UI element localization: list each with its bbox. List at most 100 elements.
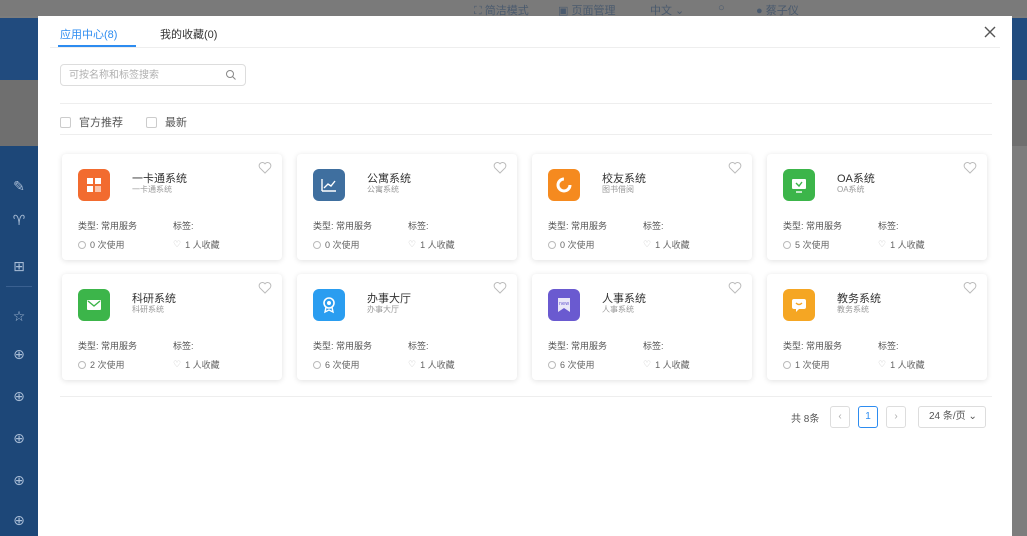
app-subtitle: 科研系统	[132, 305, 164, 314]
plus-circle-icon[interactable]: ⊕	[11, 512, 27, 528]
favorite-count: ♡ 1 人收藏	[878, 358, 925, 371]
app-card[interactable]: new 人事系统 人事系统 类型: 常用服务 标签: 6 次使用 ♡ 1 人收藏	[532, 274, 752, 380]
plus-circle-icon[interactable]: ⊕	[11, 472, 27, 488]
usage-text: 5 次使用	[795, 240, 830, 250]
app-type: 类型: 常用服务	[313, 221, 373, 231]
plus-circle-icon[interactable]: ⊕	[11, 388, 27, 404]
favorite-text: 1 人收藏	[185, 240, 220, 250]
shirt-icon[interactable]: ♈	[11, 212, 27, 228]
app-card[interactable]: 公寓系统 公寓系统 类型: 常用服务 标签: 0 次使用 ♡ 1 人收藏	[297, 154, 517, 260]
app-tags: 标签:	[643, 221, 664, 231]
favorite-text: 1 人收藏	[655, 360, 690, 370]
usage-count: 6 次使用	[313, 358, 360, 371]
app-card[interactable]: 一卡通系统 一卡通系统 类型: 常用服务 标签: 0 次使用 ♡ 1 人收藏	[62, 154, 282, 260]
app-card[interactable]: 教务系统 教务系统 类型: 常用服务 标签: 1 次使用 ♡ 1 人收藏	[767, 274, 987, 380]
app-tags: 标签:	[878, 341, 899, 351]
usage-count: 6 次使用	[548, 358, 595, 371]
filter-label: 官方推荐	[79, 117, 123, 129]
heart-icon[interactable]	[963, 161, 977, 174]
heart-icon[interactable]	[493, 281, 507, 294]
add-box-icon[interactable]: ⊞	[11, 258, 27, 274]
app-card[interactable]: 科研系统 科研系统 类型: 常用服务 标签: 2 次使用 ♡ 1 人收藏	[62, 274, 282, 380]
next-page-button[interactable]: ›	[886, 406, 906, 428]
tab-divider	[50, 47, 1000, 48]
favorite-text: 1 人收藏	[655, 240, 690, 250]
app-subtitle: OA系统	[837, 185, 865, 194]
star-icon[interactable]: ☆	[11, 308, 27, 324]
search-icon[interactable]: ○	[718, 2, 725, 14]
tab-app-center[interactable]: 应用中心(8)	[60, 26, 117, 42]
filter-top-divider	[60, 103, 992, 104]
svg-text:new: new	[559, 301, 569, 307]
heart-icon: ♡	[408, 359, 417, 369]
usage-text: 6 次使用	[325, 360, 360, 370]
app-subtitle: 人事系统	[602, 305, 634, 314]
plus-circle-icon[interactable]: ⊕	[11, 346, 27, 362]
usage-count: 0 次使用	[313, 238, 360, 251]
filter-official-recommend[interactable]: 官方推荐	[60, 114, 123, 130]
usage-icon	[78, 240, 86, 249]
heart-icon: ♡	[173, 359, 182, 369]
app-card[interactable]: 校友系统 图书借阅 类型: 常用服务 标签: 0 次使用 ♡ 1 人收藏	[532, 154, 752, 260]
checkbox[interactable]	[60, 116, 71, 128]
app-type: 类型: 常用服务	[78, 341, 138, 351]
search-box	[60, 64, 246, 86]
heart-icon[interactable]	[728, 281, 742, 294]
page-size-select[interactable]: 24 条/页 ⌄	[918, 406, 986, 428]
app-card[interactable]: 办事大厅 办事大厅 类型: 常用服务 标签: 6 次使用 ♡ 1 人收藏	[297, 274, 517, 380]
favorite-text: 1 人收藏	[890, 240, 925, 250]
usage-icon	[548, 360, 556, 369]
total-count: 共 8条	[791, 414, 820, 425]
usage-count: 0 次使用	[78, 238, 125, 251]
new-bookmark-icon: new	[548, 289, 580, 321]
tab-my-favorites[interactable]: 我的收藏(0)	[160, 26, 217, 42]
checkbox[interactable]	[146, 116, 157, 128]
app-subtitle: 教务系统	[837, 305, 869, 314]
usage-text: 0 次使用	[90, 240, 125, 250]
app-subtitle: 公寓系统	[367, 185, 399, 194]
app-type: 类型: 常用服务	[783, 341, 843, 351]
app-subtitle: 办事大厅	[367, 305, 399, 314]
app-tags: 标签:	[173, 341, 194, 351]
usage-icon	[783, 360, 791, 369]
favorite-text: 1 人收藏	[420, 240, 455, 250]
favorite-count: ♡ 1 人收藏	[878, 238, 925, 251]
favorite-text: 1 人收藏	[185, 360, 220, 370]
heart-icon: ♡	[878, 239, 887, 249]
favorite-text: 1 人收藏	[420, 360, 455, 370]
plus-circle-icon[interactable]: ⊕	[11, 430, 27, 446]
app-card[interactable]: OA系统 OA系统 类型: 常用服务 标签: 5 次使用 ♡ 1 人收藏	[767, 154, 987, 260]
heart-icon[interactable]	[963, 281, 977, 294]
list-bottom-divider	[60, 396, 992, 397]
heart-icon[interactable]	[728, 161, 742, 174]
heart-icon[interactable]	[493, 161, 507, 174]
app-center-modal: 应用中心(8) 我的收藏(0) 官方推荐 最新 一卡通系统 一卡通系统 类型: …	[38, 16, 1012, 536]
app-subtitle: 一卡通系统	[132, 185, 172, 194]
heart-icon: ♡	[643, 359, 652, 369]
background-top-bar: ⛶ 简洁模式 ▣ 页面管理 中文 ⌄ ○ ● 蔡子仪	[0, 0, 1027, 17]
card-icon	[78, 169, 110, 201]
app-type: 类型: 常用服务	[548, 341, 608, 351]
favorite-count: ♡ 1 人收藏	[408, 358, 455, 371]
favorite-count: ♡ 1 人收藏	[173, 358, 220, 371]
heart-icon: ♡	[643, 239, 652, 249]
chart-line-icon	[313, 169, 345, 201]
sidebar-divider	[6, 286, 32, 287]
app-type: 类型: 常用服务	[548, 221, 608, 231]
usage-text: 2 次使用	[90, 360, 125, 370]
filter-bottom-divider	[60, 134, 992, 135]
usage-icon	[783, 240, 791, 249]
close-icon[interactable]	[982, 24, 998, 40]
badge-icon	[313, 289, 345, 321]
filter-latest[interactable]: 最新	[146, 114, 187, 130]
heart-icon[interactable]	[258, 161, 272, 174]
usage-text: 1 次使用	[795, 360, 830, 370]
search-icon[interactable]	[225, 69, 237, 81]
page-number-button[interactable]: 1	[858, 406, 878, 428]
heart-icon[interactable]	[258, 281, 272, 294]
edit-icon[interactable]: ✎	[11, 178, 27, 194]
app-tags: 标签:	[408, 221, 429, 231]
favorite-count: ♡ 1 人收藏	[173, 238, 220, 251]
prev-page-button[interactable]: ‹	[830, 406, 850, 428]
search-input[interactable]	[69, 68, 219, 82]
